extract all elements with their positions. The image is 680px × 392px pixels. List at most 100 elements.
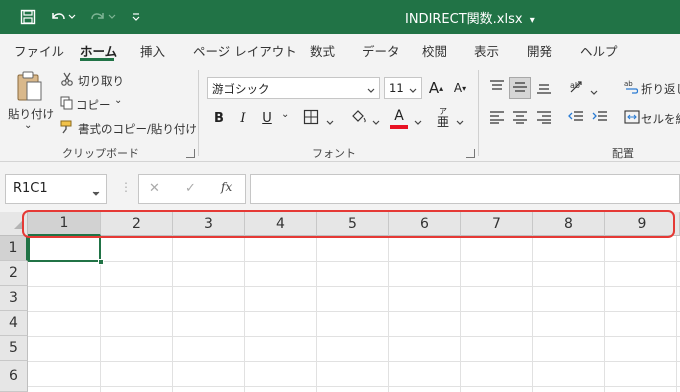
align-left-button[interactable] [486, 107, 508, 129]
align-bottom-icon [536, 80, 552, 97]
format-painter-icon [60, 120, 74, 137]
undo-dropdown-icon[interactable] [66, 7, 78, 27]
borders-dropdown-icon[interactable] [326, 115, 334, 129]
clipboard-group-label: クリップボード [62, 147, 139, 160]
title-bar: INDIRECT関数.xlsx ▾ [0, 0, 680, 34]
row-header-1[interactable]: 1 [0, 236, 28, 261]
increase-indent-icon [592, 110, 608, 127]
save-icon[interactable] [18, 7, 38, 27]
align-left-icon [489, 110, 505, 127]
gridline [244, 236, 245, 392]
gridline [28, 386, 680, 387]
gridline [388, 236, 389, 392]
row-header-5[interactable]: 5 [0, 336, 28, 361]
paste-dropdown-icon: ⌄ [24, 120, 33, 131]
merge-center-button[interactable]: セルを結 [622, 108, 680, 128]
tab-help[interactable]: ヘルプ [580, 41, 618, 60]
font-name-dropdown-icon [367, 83, 375, 97]
increase-font-size-button[interactable]: A ▴ [425, 77, 447, 99]
redo-icon[interactable] [88, 7, 108, 27]
borders-button[interactable] [300, 107, 322, 129]
row-header-6[interactable]: 6 [0, 361, 28, 392]
cut-button[interactable]: 切り取り [58, 71, 128, 89]
gridline [28, 311, 680, 312]
copy-button[interactable]: コピー ⌄ [58, 95, 128, 113]
align-top-icon [489, 79, 505, 97]
merge-center-icon [624, 109, 640, 128]
bold-button[interactable]: B [208, 107, 230, 129]
gridline [532, 236, 533, 392]
cancel-entry-icon[interactable]: ✕ [149, 181, 160, 196]
confirm-entry-icon[interactable]: ✓ [185, 181, 196, 196]
decrease-indent-icon [568, 110, 584, 127]
insert-function-icon[interactable]: fx [221, 180, 232, 194]
underline-button[interactable]: U [256, 107, 278, 129]
fill-color-dropdown-icon[interactable] [372, 115, 380, 129]
wrap-text-button[interactable]: ab 折り返し [622, 78, 680, 98]
copy-dropdown-icon: ⌄ [114, 95, 123, 106]
tab-review[interactable]: 校閲 [422, 41, 447, 60]
phonetic-dropdown-icon[interactable] [456, 115, 464, 129]
increase-indent-button[interactable] [589, 107, 611, 129]
tab-insert[interactable]: 挿入 [140, 41, 165, 60]
font-name-value: 游ゴシック [212, 82, 270, 96]
scissors-icon [60, 72, 74, 89]
orientation-dropdown-icon[interactable] [590, 85, 598, 99]
name-box-value: R1C1 [13, 181, 48, 196]
align-middle-button[interactable] [509, 77, 531, 99]
row-header-2[interactable]: 2 [0, 261, 28, 286]
title-dropdown-icon: ▾ [529, 15, 535, 26]
undo-icon[interactable] [48, 7, 68, 27]
tab-page-layout[interactable]: ページ レイアウト [193, 41, 297, 60]
customize-toolbar-icon[interactable] [126, 7, 146, 27]
copy-icon [60, 96, 74, 113]
window-title[interactable]: INDIRECT関数.xlsx ▾ [405, 8, 535, 27]
align-bottom-button[interactable] [533, 77, 555, 99]
fill-color-button[interactable] [348, 107, 370, 129]
tab-view[interactable]: 表示 [474, 41, 499, 60]
paste-button[interactable]: 貼り付け ⌄ [8, 70, 54, 136]
redo-dropdown-icon[interactable] [106, 7, 118, 27]
phonetic-lines-icon: 亜 [436, 115, 449, 129]
phonetic-guide-button[interactable]: ア 亜 [432, 107, 454, 129]
font-color-button[interactable]: A [388, 105, 410, 127]
font-name-box[interactable]: 游ゴシック [207, 77, 380, 99]
align-top-button[interactable] [486, 77, 508, 99]
cut-label: 切り取り [78, 74, 124, 88]
italic-button[interactable]: I [232, 107, 254, 129]
tab-data[interactable]: データ [362, 41, 400, 60]
gridline [28, 286, 680, 287]
tab-formulas[interactable]: 数式 [310, 41, 335, 60]
font-size-dropdown-icon [409, 83, 417, 97]
font-size-box[interactable]: 11 [384, 77, 422, 99]
decrease-indent-button[interactable] [565, 107, 587, 129]
name-box-dropdown-icon[interactable] [92, 186, 100, 201]
tab-file[interactable]: ファイル [14, 41, 64, 60]
bold-icon: B [214, 110, 224, 126]
align-center-button[interactable] [509, 107, 531, 129]
gridline [28, 261, 680, 262]
clipboard-launcher-icon[interactable] [186, 149, 195, 158]
formula-buttons: ✕ ✓ fx [138, 174, 246, 204]
format-painter-button[interactable]: 書式のコピー/貼り付け [58, 119, 197, 137]
align-right-button[interactable] [533, 107, 555, 129]
font-group-label: フォント [312, 147, 356, 160]
gridline [316, 236, 317, 392]
row-header-3[interactable]: 3 [0, 286, 28, 311]
decrease-font-size-button[interactable]: A ▾ [449, 77, 471, 99]
increase-font-icon: A [428, 79, 440, 97]
font-color-dropdown-icon[interactable] [414, 115, 422, 129]
gridline [604, 236, 605, 392]
row-header-4[interactable]: 4 [0, 311, 28, 336]
wrap-text-icon: ab [624, 79, 640, 98]
orientation-button[interactable]: ab [566, 77, 588, 99]
font-launcher-icon[interactable] [466, 149, 475, 158]
tab-developer[interactable]: 開発 [527, 41, 552, 60]
formula-input[interactable] [250, 174, 680, 204]
active-cell[interactable] [28, 236, 101, 262]
active-tab-indicator [80, 58, 114, 61]
underline-dropdown-icon[interactable]: ⌄ [281, 109, 289, 120]
fill-handle[interactable] [98, 259, 104, 265]
underline-icon: U [262, 110, 272, 126]
name-box[interactable]: R1C1 [5, 174, 107, 204]
